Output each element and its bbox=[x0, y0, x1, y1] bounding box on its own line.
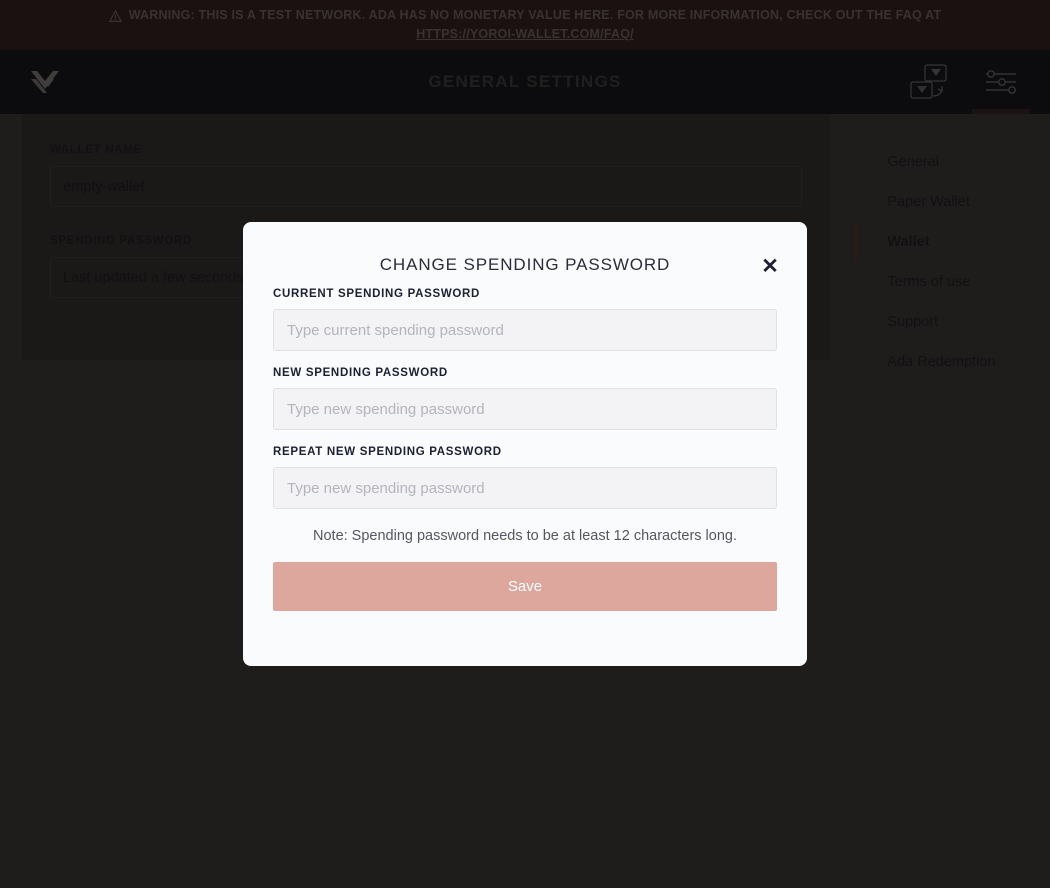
new-password-input[interactable] bbox=[273, 388, 777, 430]
password-requirement-note: Note: Spending password needs to be at l… bbox=[313, 528, 737, 544]
current-password-label: CURRENT SPENDING PASSWORD bbox=[273, 288, 481, 300]
save-button[interactable]: Save bbox=[273, 562, 777, 611]
repeat-password-label: REPEAT NEW SPENDING PASSWORD bbox=[273, 446, 502, 458]
current-password-field-group: CURRENT SPENDING PASSWORD bbox=[273, 288, 777, 351]
dialog-header: CHANGE SPENDING PASSWORD ✕ bbox=[273, 242, 779, 288]
modal-overlay[interactable]: CHANGE SPENDING PASSWORD ✕ CURRENT SPEND… bbox=[0, 0, 1050, 888]
new-password-label: NEW SPENDING PASSWORD bbox=[273, 367, 448, 379]
change-spending-password-dialog: CHANGE SPENDING PASSWORD ✕ CURRENT SPEND… bbox=[243, 222, 807, 666]
dialog-title: CHANGE SPENDING PASSWORD bbox=[379, 255, 671, 274]
new-password-field-group: NEW SPENDING PASSWORD bbox=[273, 367, 777, 430]
repeat-password-input[interactable] bbox=[273, 467, 777, 509]
current-password-input[interactable] bbox=[273, 309, 777, 351]
repeat-password-field-group: REPEAT NEW SPENDING PASSWORD bbox=[273, 446, 777, 509]
close-icon[interactable]: ✕ bbox=[757, 253, 783, 279]
